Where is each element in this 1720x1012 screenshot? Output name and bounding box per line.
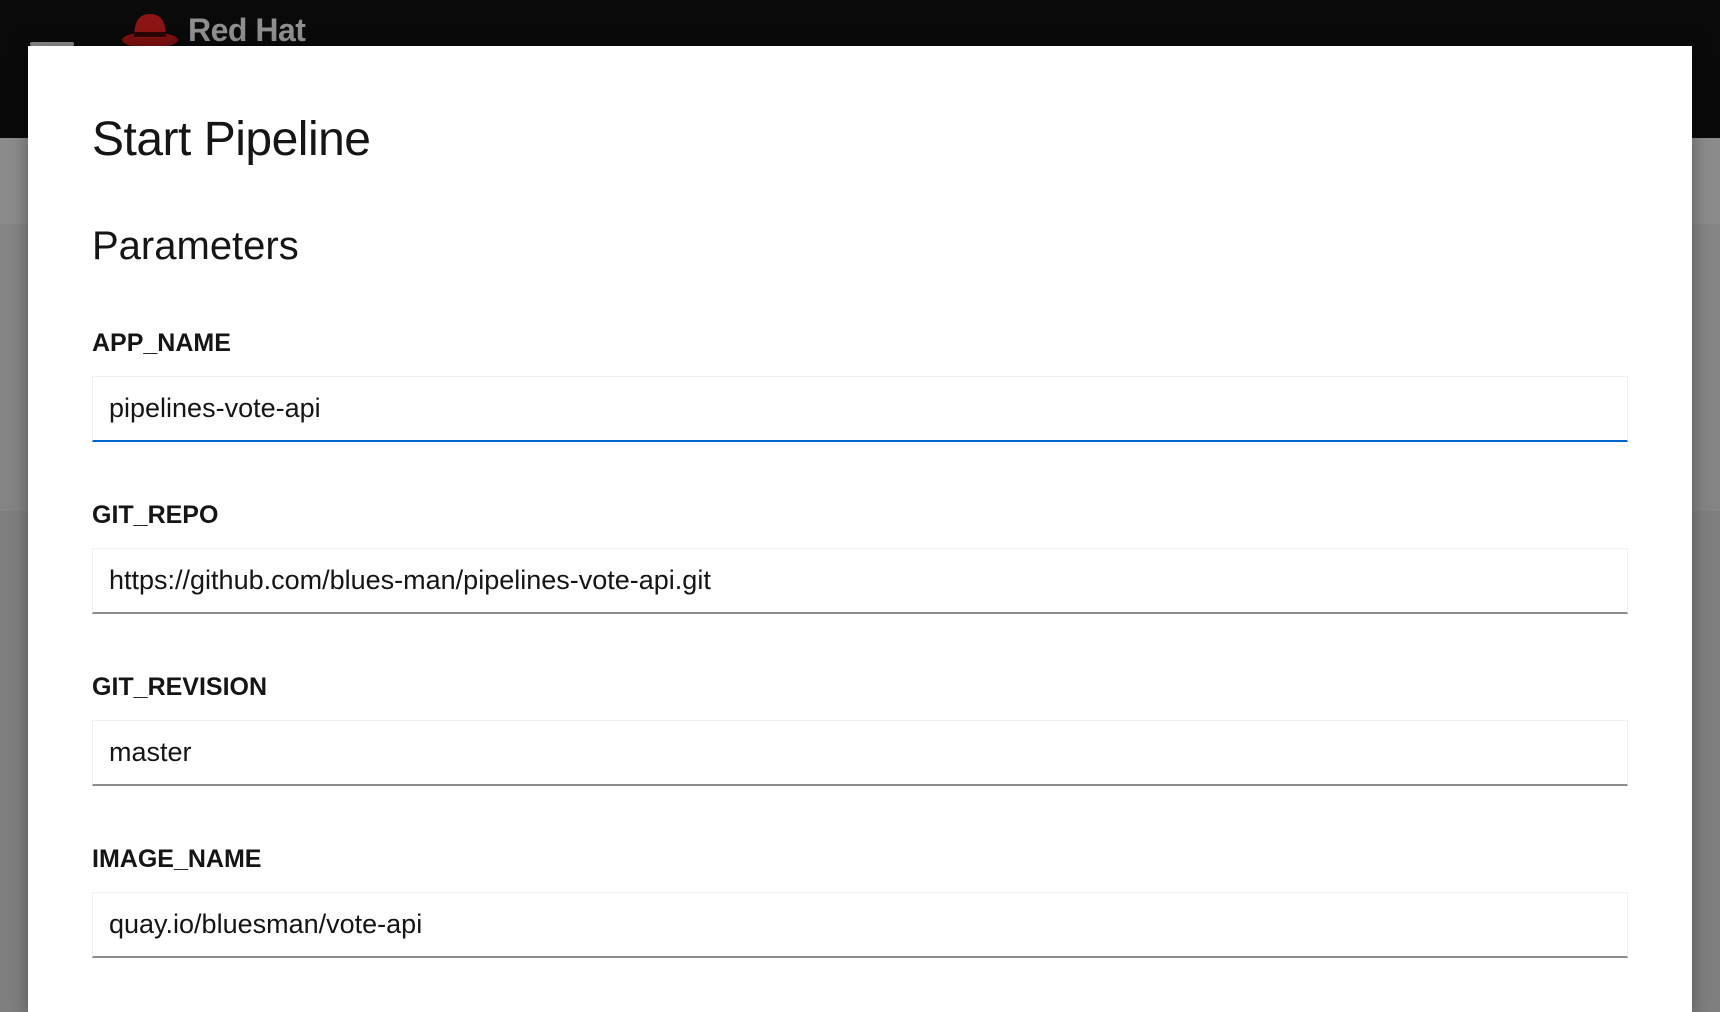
git-revision-label: GIT_REVISION xyxy=(92,673,268,701)
modal-title: Start Pipeline xyxy=(92,113,371,166)
field-git-repo: GIT_REPO xyxy=(92,500,1628,614)
start-pipeline-modal: Start Pipeline Parameters APP_NAME GIT_R… xyxy=(28,46,1692,1012)
redhat-fedora-icon xyxy=(120,10,180,50)
page: Red Hat Start Pipeline Parameters APP_NA… xyxy=(0,0,1720,1012)
app-name-input[interactable] xyxy=(92,376,1628,442)
git-repo-input[interactable] xyxy=(92,548,1628,614)
git-repo-label: GIT_REPO xyxy=(92,501,219,529)
app-name-label: APP_NAME xyxy=(92,329,231,357)
image-name-label: IMAGE_NAME xyxy=(92,845,262,873)
brand-name: Red Hat xyxy=(188,11,306,48)
image-name-input[interactable] xyxy=(92,892,1628,958)
field-app-name: APP_NAME xyxy=(92,328,1628,442)
git-revision-input[interactable] xyxy=(92,720,1628,786)
field-image-name: IMAGE_NAME xyxy=(92,844,1628,958)
brand-logo[interactable]: Red Hat xyxy=(120,10,306,50)
parameters-section-title: Parameters xyxy=(92,224,299,268)
field-git-revision: GIT_REVISION xyxy=(92,672,1628,786)
